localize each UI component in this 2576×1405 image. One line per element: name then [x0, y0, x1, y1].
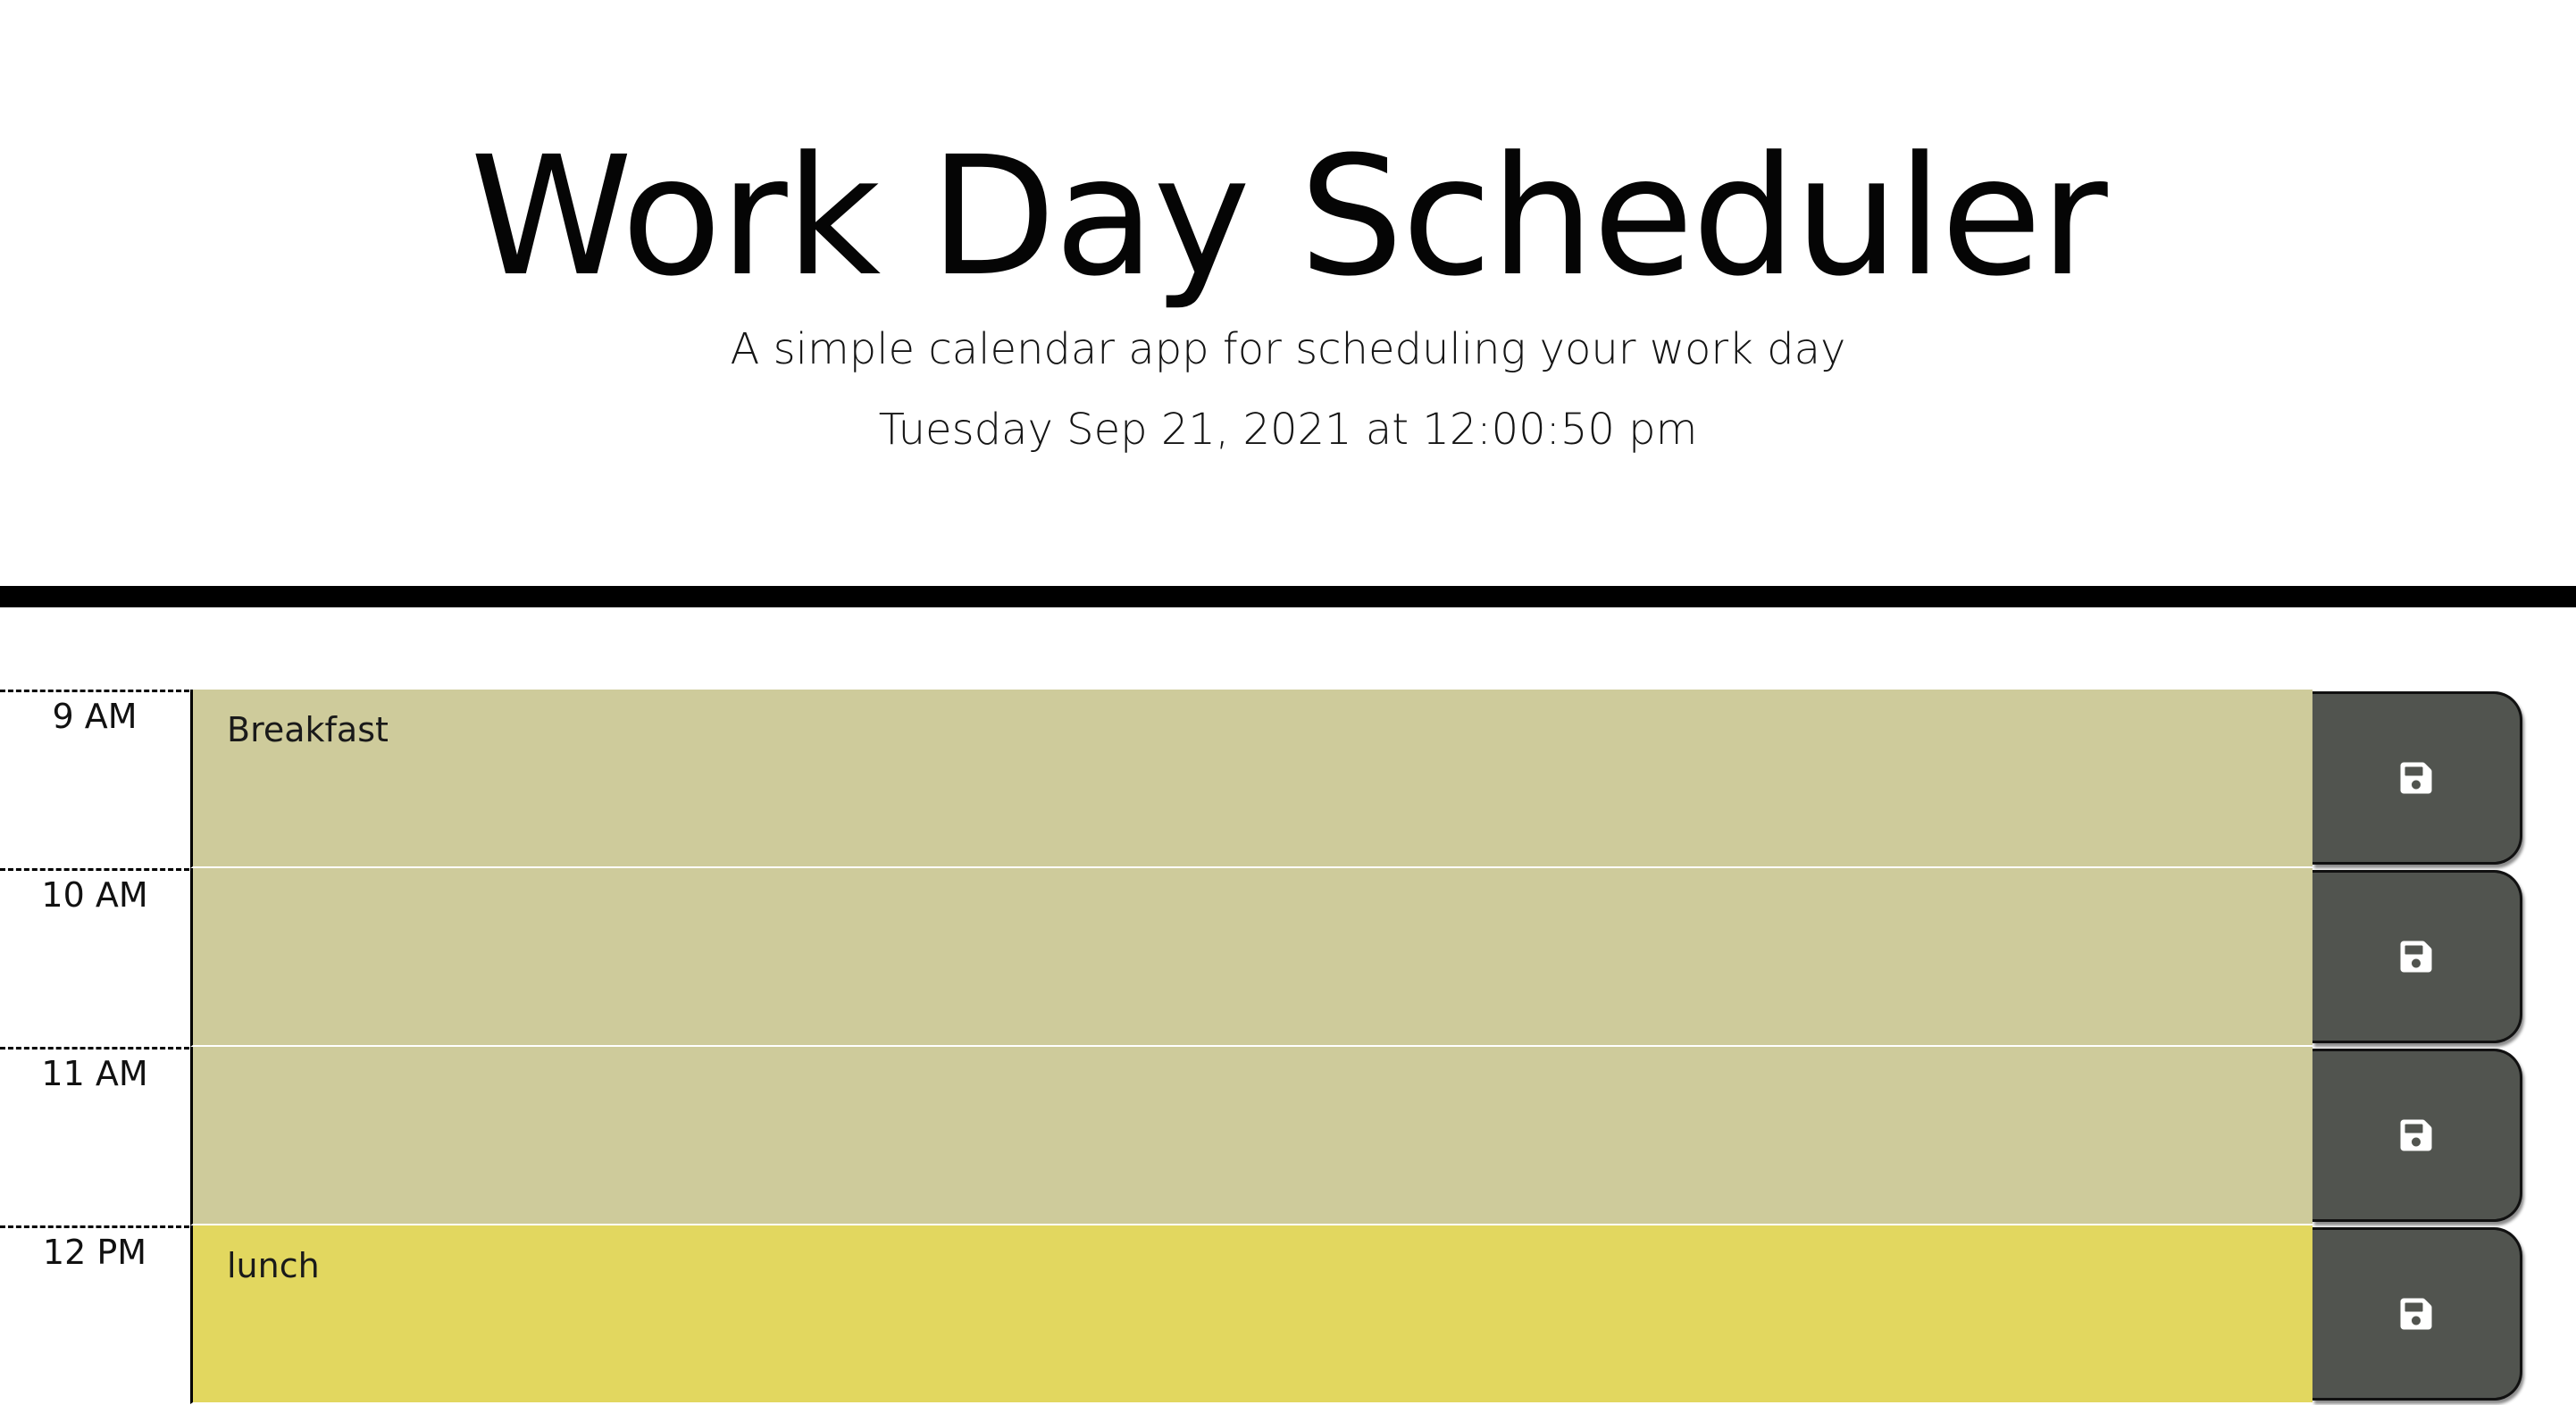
- schedule-container: 9 AM Breakfast 10 AM 11 AM 12 PM lunch: [0, 690, 2576, 1404]
- save-button[interactable]: [2313, 691, 2522, 865]
- hour-label: 9 AM: [0, 690, 189, 868]
- hour-label: 12 PM: [0, 1225, 189, 1404]
- time-block-11am: 11 AM: [0, 1047, 2576, 1225]
- save-icon: [2400, 941, 2432, 973]
- save-button[interactable]: [2313, 1227, 2522, 1401]
- save-icon: [2400, 762, 2432, 794]
- save-button[interactable]: [2313, 1049, 2522, 1222]
- time-block-10am: 10 AM: [0, 868, 2576, 1047]
- page-title: Work Day Scheduler: [470, 121, 2107, 313]
- event-description-input[interactable]: [190, 868, 2313, 1047]
- time-block-12pm: 12 PM lunch: [0, 1225, 2576, 1404]
- header-jumbotron: Work Day Scheduler A simple calendar app…: [0, 0, 2576, 607]
- event-description-input[interactable]: lunch: [190, 1225, 2313, 1404]
- hour-label: 11 AM: [0, 1047, 189, 1225]
- save-icon: [2400, 1119, 2432, 1151]
- save-button[interactable]: [2313, 870, 2522, 1043]
- current-datetime: Tuesday Sep 21, 2021 at 12:00:50 pm: [878, 405, 1698, 455]
- hour-label: 10 AM: [0, 868, 189, 1047]
- page-subtitle: A simple calendar app for scheduling you…: [730, 324, 1846, 374]
- time-block-9am: 9 AM Breakfast: [0, 690, 2576, 868]
- save-icon: [2400, 1298, 2432, 1330]
- event-description-input[interactable]: [190, 1047, 2313, 1225]
- event-description-input[interactable]: Breakfast: [190, 690, 2313, 868]
